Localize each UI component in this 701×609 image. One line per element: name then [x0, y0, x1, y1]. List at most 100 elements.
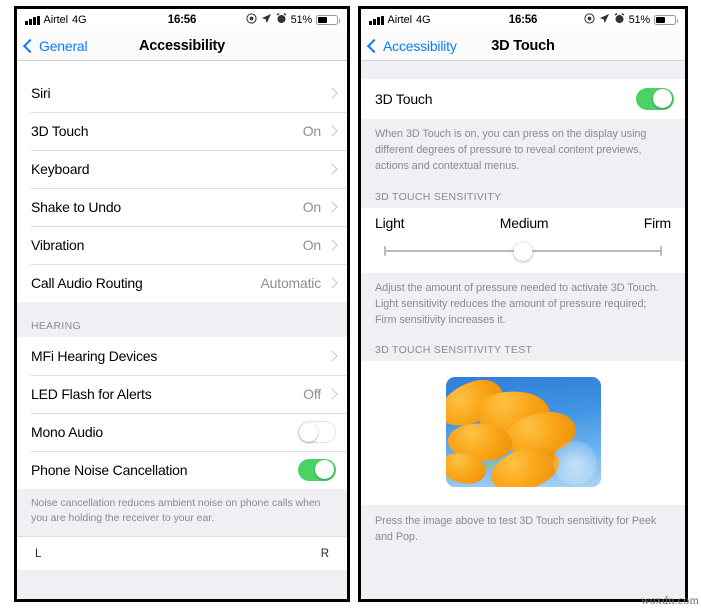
location-arrow-icon	[599, 13, 610, 27]
back-button-label: General	[39, 37, 88, 54]
settings-row-phone-noise-cancellation[interactable]: Phone Noise Cancellation	[17, 451, 347, 489]
row-label: MFi Hearing Devices	[31, 348, 158, 364]
row-label: Vibration	[31, 237, 85, 253]
audio-balance-slider[interactable]: L R	[17, 536, 347, 571]
settings-row-shake-to-undo[interactable]: Shake to Undo On	[17, 188, 347, 226]
chevron-left-icon	[22, 38, 38, 53]
row-value: Automatic	[260, 275, 322, 291]
phone-screen-3d-touch: Airtel 4G 16:56 51% Accessibility 3D Tou…	[358, 6, 688, 602]
row-label: Home Button	[31, 61, 328, 63]
settings-row-led-flash-for-alerts[interactable]: LED Flash for Alerts Off	[17, 375, 347, 413]
top-spacer	[361, 61, 685, 79]
sensitivity-label-light: Light	[375, 214, 405, 231]
sensitivity-section-header-wrap: 3D TOUCH SENSITIVITY	[361, 176, 685, 208]
location-arrow-icon	[261, 13, 272, 27]
chevron-right-icon	[326, 239, 338, 251]
do-not-disturb-icon	[245, 13, 257, 27]
row-label: Siri	[31, 85, 51, 101]
sun-glow-decoration	[552, 441, 597, 486]
row-label: Keyboard	[31, 161, 90, 177]
back-button-label: Accessibility	[383, 37, 457, 54]
back-button-accessibility[interactable]: Accessibility	[366, 37, 457, 54]
chevron-left-icon	[366, 38, 382, 53]
interaction-settings-group: Siri 3D Touch On Keyboard Shake to Undo	[17, 74, 347, 302]
alarm-clock-icon	[614, 12, 625, 27]
nav-bar-right: Accessibility 3D Touch	[361, 31, 685, 61]
settings-row-keyboard[interactable]: Keyboard	[17, 150, 347, 188]
phone-noise-cancellation-toggle[interactable]	[298, 459, 336, 481]
row-label: Phone Noise Cancellation	[31, 462, 188, 478]
status-bar-right: Airtel 4G 16:56 51%	[361, 9, 685, 31]
battery-percent-label: 51%	[628, 14, 651, 26]
chevron-right-icon	[326, 388, 338, 400]
sensitivity-label-medium: Medium	[499, 214, 549, 231]
row-value: Off	[303, 386, 321, 402]
row-label: Call Audio Routing	[31, 275, 143, 291]
network-type-label: 4G	[71, 14, 87, 26]
settings-row-call-audio-routing[interactable]: Call Audio Routing Automatic	[17, 264, 347, 302]
row-value: On	[302, 199, 321, 215]
chevron-right-icon	[326, 201, 338, 213]
settings-row-vibration[interactable]: Vibration On	[17, 226, 347, 264]
section-header-sensitivity-test: 3D TOUCH SENSITIVITY TEST	[361, 344, 685, 362]
poppy-flowers-test-image[interactable]	[445, 377, 601, 488]
slider-tick-right	[660, 245, 662, 256]
settings-row-mfi-hearing-devices[interactable]: MFi Hearing Devices	[17, 337, 347, 375]
settings-row-siri[interactable]: Siri	[17, 74, 347, 112]
sensitivity-slider-labels: Light Medium Firm	[375, 215, 671, 231]
chevron-right-icon	[326, 350, 338, 362]
chevron-right-icon	[326, 277, 338, 289]
alarm-clock-icon	[276, 12, 287, 27]
settings-scroll-area-left[interactable]: Home Button Siri 3D Touch On Keyboard	[17, 61, 347, 599]
hearing-settings-group: MFi Hearing Devices LED Flash for Alerts…	[17, 337, 347, 489]
row-value: On	[302, 123, 321, 139]
row-label: LED Flash for Alerts	[31, 386, 152, 402]
screenshot-stage: Airtel 4G 16:56 51% General Accessibilit…	[0, 0, 701, 609]
settings-row-3d-touch-master[interactable]: 3D Touch	[361, 79, 685, 119]
sensitivity-footer-note: Adjust the amount of pressure needed to …	[361, 272, 685, 331]
section-header-sensitivity: 3D TOUCH SENSITIVITY	[361, 190, 685, 208]
network-type-label: 4G	[415, 14, 431, 26]
balance-right-label: R	[320, 547, 329, 560]
test-section-header-wrap: 3D TOUCH SENSITIVITY TEST	[361, 330, 685, 362]
toggle-knob	[315, 460, 334, 479]
phone-screen-accessibility: Airtel 4G 16:56 51% General Accessibilit…	[14, 6, 350, 602]
slider-knob[interactable]	[513, 241, 533, 261]
mono-audio-toggle[interactable]	[298, 421, 336, 443]
status-bar-left-group: Airtel 4G	[25, 14, 246, 26]
section-header-hearing: HEARING	[17, 320, 347, 337]
balance-left-label: L	[35, 547, 42, 560]
status-bar-right-group: 51%	[245, 12, 340, 27]
carrier-label: Airtel	[387, 14, 413, 26]
battery-icon	[316, 15, 340, 25]
status-bar-left: Airtel 4G 16:56 51%	[17, 9, 347, 31]
battery-icon	[654, 15, 678, 25]
settings-scroll-area-right[interactable]: 3D Touch When 3D Touch is on, you can pr…	[361, 61, 685, 599]
chevron-right-icon	[326, 163, 338, 175]
hearing-section-header-wrap: HEARING	[17, 302, 347, 337]
clipped-row-home-button[interactable]: Home Button	[17, 61, 347, 74]
row-label: Mono Audio	[31, 424, 103, 440]
battery-percent-label: 51%	[290, 14, 313, 26]
row-label: Shake to Undo	[31, 199, 122, 215]
sensitivity-slider-block: Light Medium Firm	[361, 207, 685, 273]
sensitivity-label-firm: Firm	[643, 214, 671, 231]
slider-tick-left	[384, 245, 386, 256]
sensitivity-slider[interactable]	[384, 241, 662, 261]
settings-row-mono-audio[interactable]: Mono Audio	[17, 413, 347, 451]
toggle-knob	[299, 423, 318, 442]
3d-touch-toggle[interactable]	[636, 88, 674, 110]
back-button-general[interactable]: General	[22, 37, 88, 54]
status-bar-right-group: 51%	[583, 12, 678, 27]
row-label: 3D Touch	[31, 123, 89, 139]
row-value: On	[302, 237, 321, 253]
sensitivity-test-image-block	[361, 361, 685, 506]
settings-row-3d-touch[interactable]: 3D Touch On	[17, 112, 347, 150]
row-label: 3D Touch	[375, 91, 433, 107]
do-not-disturb-icon	[583, 13, 595, 27]
status-bar-left-group: Airtel 4G	[369, 14, 584, 26]
signal-strength-icon	[25, 15, 40, 25]
test-footer-note: Press the image above to test 3D Touch s…	[361, 505, 685, 548]
signal-strength-icon	[369, 15, 384, 25]
3d-touch-description: When 3D Touch is on, you can press on th…	[361, 119, 685, 177]
